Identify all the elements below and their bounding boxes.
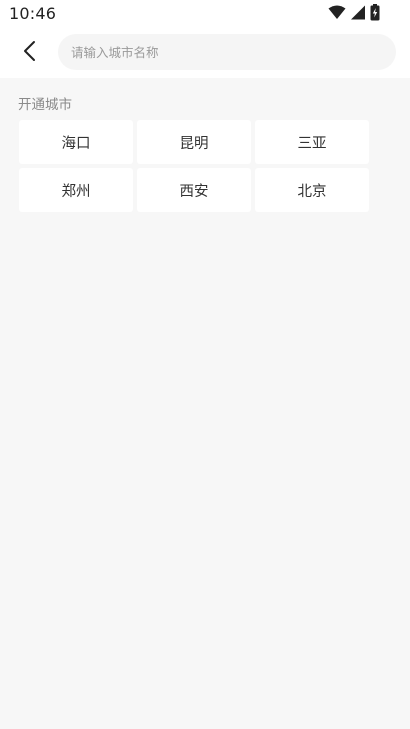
back-button[interactable] — [14, 38, 46, 68]
header — [0, 28, 410, 78]
status-icons — [328, 3, 380, 25]
city-button[interactable]: 昆明 — [137, 120, 251, 164]
city-button[interactable]: 海口 — [19, 120, 133, 164]
wifi-icon — [328, 5, 346, 24]
city-button[interactable]: 西安 — [137, 168, 251, 212]
status-time: 10:46 — [9, 4, 57, 23]
cell-signal-icon — [350, 5, 366, 24]
chevron-left-icon — [22, 40, 38, 66]
section-title: 开通城市 — [18, 97, 72, 113]
city-button[interactable]: 北京 — [255, 168, 369, 212]
battery-charging-icon — [370, 3, 380, 25]
search-input[interactable] — [58, 34, 396, 70]
status-bar: 10:46 — [0, 0, 410, 28]
city-button[interactable]: 三亚 — [255, 120, 369, 164]
city-button[interactable]: 郑州 — [19, 168, 133, 212]
city-grid: 海口 昆明 三亚 郑州 西安 北京 — [19, 120, 369, 212]
